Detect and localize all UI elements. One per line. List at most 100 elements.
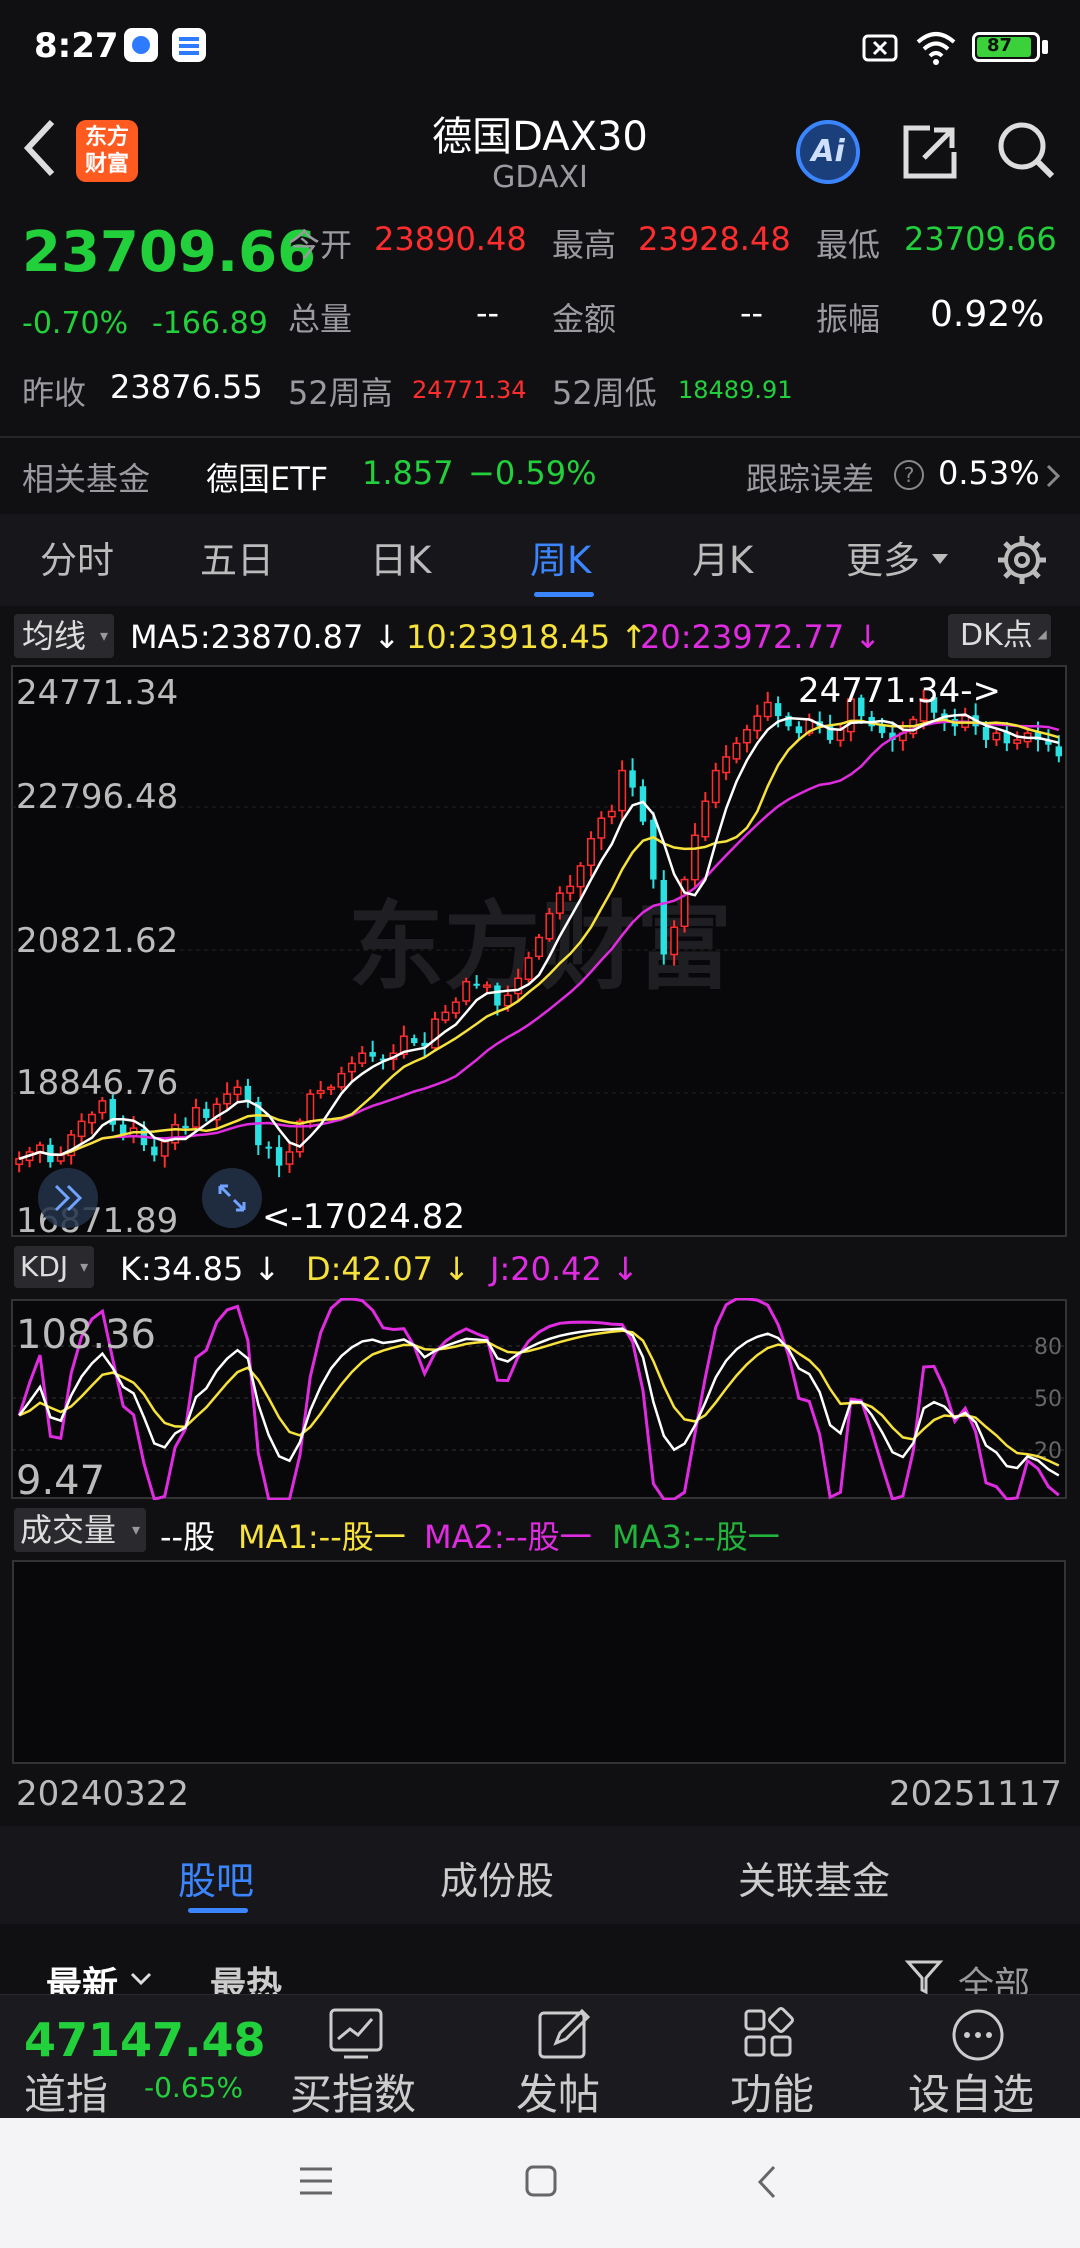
candle-body	[597, 817, 606, 839]
tab-5day[interactable]: 五日	[200, 530, 274, 584]
candlestick-chart[interactable]: 东方财富 24771.34 22796.48 20821.62 18846.76…	[0, 664, 1080, 1238]
chart-trend-icon	[329, 2008, 383, 2059]
wifi-icon	[916, 32, 956, 65]
ai-label: Ai	[811, 134, 845, 169]
candle-body	[711, 769, 720, 804]
search-icon[interactable]	[996, 120, 1056, 182]
tab-daily-k[interactable]: 日K	[370, 530, 431, 584]
sim-off-icon	[862, 34, 898, 62]
tab-weekly-k[interactable]: 周K	[530, 530, 591, 584]
candle-body	[182, 1125, 189, 1129]
candle-body	[473, 983, 480, 986]
scroll-left-icon[interactable]	[38, 1168, 98, 1228]
candle-body	[15, 1158, 24, 1165]
tab-more[interactable]: 更多	[846, 530, 920, 584]
candle-body	[233, 1086, 242, 1096]
share-icon[interactable]	[900, 122, 960, 182]
kdj-axis-80: 80	[1034, 1335, 1062, 1360]
candle-body	[411, 1038, 418, 1044]
post-button[interactable]: 发帖	[508, 1995, 618, 2119]
dow-value[interactable]: 47147.48	[24, 2013, 266, 2067]
y-axis-label-1: 22796.48	[16, 777, 178, 817]
buy-index-button[interactable]: 买指数	[282, 1995, 432, 2119]
fullscreen-icon[interactable]	[202, 1168, 262, 1228]
candle-body	[732, 742, 741, 760]
candle-body	[836, 728, 845, 742]
candle-body	[306, 1093, 315, 1123]
min-marker: <-17024.82	[262, 1197, 465, 1237]
candle-body	[494, 985, 501, 1006]
week52-high-value: 24771.34	[412, 376, 527, 404]
related-fund-row[interactable]: 相关基金 德国ETF 1.857 −0.59% 跟踪误差 ? 0.53%	[0, 438, 1080, 514]
add-watchlist-button[interactable]: 设自选	[900, 1995, 1060, 2119]
tab-guba[interactable]: 股吧	[178, 1850, 254, 1905]
y-axis-label-3: 18846.76	[16, 1063, 178, 1103]
back-icon[interactable]	[22, 118, 58, 178]
candle-body	[535, 936, 543, 958]
active-tab-indicator	[534, 592, 594, 597]
candle-body	[151, 1146, 158, 1156]
candle-body	[1013, 739, 1022, 744]
grid-icon	[744, 2007, 794, 2057]
volume-ma2: MA2:--股一	[424, 1518, 592, 1556]
candle-body	[337, 1072, 346, 1088]
candle-body	[670, 926, 679, 956]
candle-body	[56, 1154, 65, 1162]
app-notification-icon-2	[172, 28, 206, 62]
candle-body	[795, 726, 803, 734]
candle-body	[462, 980, 471, 1002]
candle-body	[77, 1120, 86, 1138]
open-label: 今开	[288, 226, 353, 264]
tab-monthly-k[interactable]: 月K	[692, 530, 753, 584]
nav-back-icon[interactable]	[756, 2164, 778, 2200]
dk-point-button[interactable]: DK点 ◢	[948, 614, 1051, 658]
open-value: 23890.48	[374, 220, 527, 258]
candle-body	[191, 1106, 200, 1128]
ai-button[interactable]: Ai	[796, 120, 860, 184]
candle-body	[742, 728, 751, 744]
fund-name: 德国ETF	[206, 460, 329, 498]
candle-body	[722, 756, 731, 774]
ma-legend-row: 均线 ▾ MA5:23870.87 ↓ 10:23918.45 ↑ 20:2397…	[0, 610, 1080, 664]
candle-body	[451, 1001, 460, 1014]
page-subtitle: GDAXI	[492, 160, 588, 195]
volume-selector[interactable]: 成交量 ▾	[14, 1508, 147, 1552]
kdj-selector[interactable]: KDJ ▾	[14, 1246, 95, 1288]
status-bar: 8:27 87	[0, 0, 1080, 90]
change-percent: -0.70%	[22, 306, 129, 341]
tab-related-funds[interactable]: 关联基金	[738, 1850, 890, 1905]
prev-close-label: 昨收	[22, 374, 87, 412]
amount-label: 金额	[552, 300, 617, 338]
tracking-error-value: 0.53%	[938, 454, 1040, 492]
home-icon[interactable]	[524, 2164, 558, 2198]
menu-icon[interactable]	[298, 2166, 334, 2196]
week52-high-label: 52周高	[288, 374, 393, 412]
candle-body	[992, 732, 1001, 741]
tab-intraday[interactable]: 分时	[40, 530, 114, 584]
quote-panel: 23709.66 -0.70% -166.89 今开 23890.48 最高 2…	[0, 208, 1080, 436]
kdj-chart[interactable]: 80 50 20 108.36 9.47	[0, 1298, 1080, 1500]
kdj-j-value: J:20.42 ↓	[490, 1250, 639, 1288]
chevron-right-icon	[1046, 464, 1060, 488]
help-icon[interactable]: ?	[894, 460, 924, 490]
tab-constituents[interactable]: 成份股	[440, 1850, 554, 1905]
max-marker: 24771.34->	[798, 671, 1001, 711]
candle-body	[1055, 746, 1063, 757]
candle-body	[753, 715, 762, 732]
candle-body	[327, 1086, 336, 1091]
y-axis-label-0: 24771.34	[16, 673, 178, 713]
week52-low-value: 18489.91	[678, 376, 793, 404]
ma-selector[interactable]: 均线 ▾	[14, 614, 115, 658]
kdj-k-value: K:34.85 ↓	[120, 1250, 281, 1288]
volume-unit: --股	[160, 1518, 216, 1556]
candle-body	[87, 1113, 96, 1124]
chevron-down-icon	[130, 1972, 152, 1986]
function-button[interactable]: 功能	[714, 1995, 824, 2119]
candle-body	[763, 701, 772, 718]
volume-chart[interactable]	[12, 1560, 1066, 1764]
candle-body	[576, 865, 585, 888]
filter-icon[interactable]	[904, 1958, 944, 1998]
settings-icon[interactable]	[996, 534, 1048, 586]
candle-body	[618, 769, 627, 812]
candle-body	[503, 994, 512, 1007]
